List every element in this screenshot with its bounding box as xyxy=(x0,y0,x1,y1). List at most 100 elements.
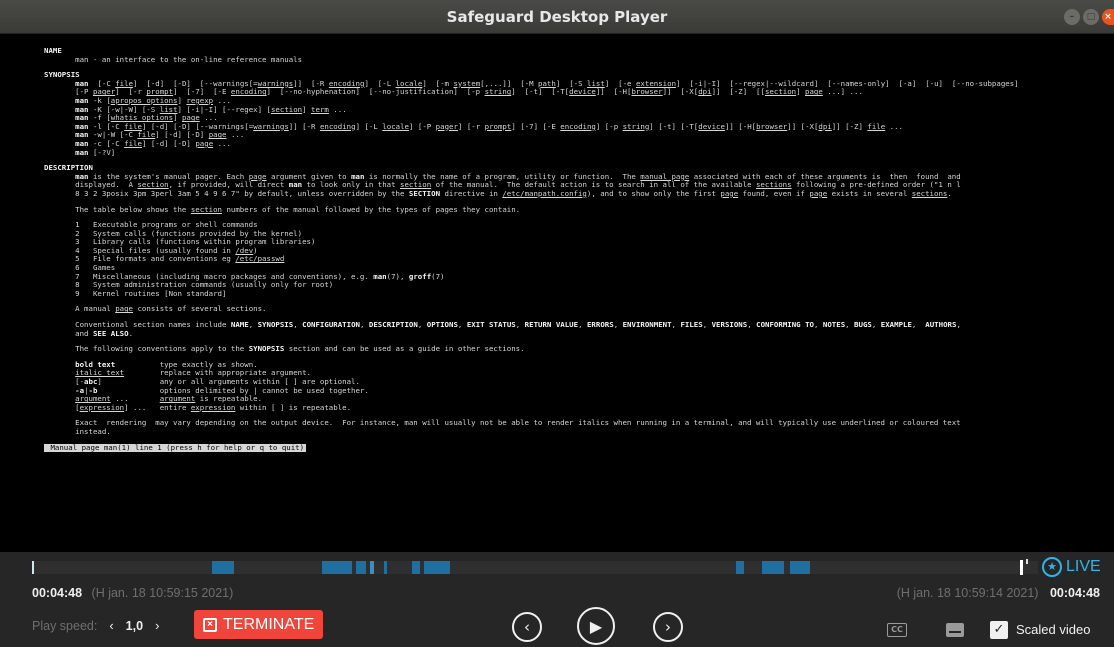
scaled-video-checkbox[interactable]: ✓ xyxy=(990,621,1008,639)
window-titlebar: Safeguard Desktop Player – □ × xyxy=(0,0,1114,34)
terminal-text: ] ... entire xyxy=(124,402,191,412)
terminate-icon: × xyxy=(203,617,217,632)
terminal-line: 8 3 2 3posix 3pm 3perl 3am 5 4 9 6 7" by… xyxy=(44,188,1114,199)
terminal-line: The table below shows the section number… xyxy=(44,205,1114,215)
terminal-text: ]] [-H[ xyxy=(595,87,632,97)
terminal-line: Exact rendering may vary depending on th… xyxy=(44,419,1114,428)
terminal-text: SYNOPSIS xyxy=(248,344,285,354)
terminal-text: ]] [-H[ xyxy=(724,121,757,131)
live-button[interactable]: ★ LIVE xyxy=(1042,557,1101,577)
terminal-text: , xyxy=(359,320,369,330)
terminal-text: ] [-P xyxy=(408,121,436,131)
minimize-icon[interactable]: – xyxy=(1064,9,1080,25)
timeline-segment xyxy=(424,561,450,574)
terminal-text: (7) xyxy=(431,271,445,281)
terminal-text: ] [--no-hyphenation] [--no-justification… xyxy=(266,87,485,97)
terminal-text: man xyxy=(75,147,89,157)
terminal-line: man -c [-C file] [-d] [-D] page ... xyxy=(44,138,1114,149)
timeline-playhead[interactable] xyxy=(1020,560,1023,575)
terminal-line: instead. xyxy=(44,426,1114,437)
terminal-text: sections xyxy=(911,188,948,198)
terminal-text: within [ ] is repeatable. xyxy=(235,402,352,412)
terminal-text: encoding xyxy=(230,87,267,97)
terminal-text: file xyxy=(124,138,142,148)
terminal-text: page xyxy=(195,138,214,148)
terminal-text: instead. xyxy=(44,426,111,436)
terminal-line: and SEE ALSO. xyxy=(44,328,1114,339)
terminal-text: FILES xyxy=(680,320,703,330)
terminal-text: and xyxy=(44,328,93,338)
terminal-text: locale xyxy=(382,121,409,131)
terminal-text: browser xyxy=(631,87,663,97)
timeline-segment xyxy=(736,561,744,574)
terminal-text: , xyxy=(871,320,881,330)
previous-icon[interactable]: ‹ xyxy=(512,612,542,642)
terminal-text: man xyxy=(373,271,387,281)
terminal-text: SEE ALSO xyxy=(92,328,129,338)
terminal-text: SYNOPSIS xyxy=(257,320,294,330)
terminal-text: found, even if xyxy=(738,188,810,198)
terminal-text: CONFIGURATION xyxy=(302,320,360,330)
terminal-text: device xyxy=(569,87,596,97)
terminal-text: encoding xyxy=(560,121,596,131)
speed-decrease-icon[interactable]: ‹ xyxy=(109,618,113,633)
current-time: 00:04:48 xyxy=(32,586,83,600)
elapsed-time-left: 00:04:48 (H jan. 18 10:59:15 2021) xyxy=(32,586,233,600)
terminal-text: ERRORS xyxy=(586,320,614,330)
terminal-text: , xyxy=(457,320,467,330)
terminal-text: pager xyxy=(435,121,458,131)
terminal-text: string xyxy=(622,121,650,131)
play-icon[interactable]: ▶ xyxy=(577,607,615,645)
terminal-text: page xyxy=(809,188,828,198)
terminal-text: device xyxy=(698,121,725,131)
next-icon[interactable]: › xyxy=(653,612,683,642)
terminal-text: man - an interface to the on-line refere… xyxy=(44,54,303,64)
terminal-text: 8 3 2 3posix 3pm 3perl 3am 5 4 9 6 7" by… xyxy=(44,188,409,198)
terminal-text: NOTES xyxy=(822,320,846,330)
terminal-text: dpi xyxy=(698,87,712,97)
terminal-text: expression xyxy=(190,402,236,412)
terminal-line: The following conventions apply to the S… xyxy=(44,344,1114,354)
terminal-text: ] [-t] [-T[ xyxy=(511,87,570,97)
terminal-text: prompt xyxy=(484,121,512,131)
timeline-start-marker xyxy=(32,561,34,574)
terminal-line: 9 Kernel routines [Non standard] xyxy=(44,289,1114,299)
timeline-segment xyxy=(370,561,374,574)
terminal-text: ]] [-R xyxy=(288,121,320,131)
maximize-icon[interactable]: □ xyxy=(1083,9,1099,25)
total-time: 00:04:48 xyxy=(1049,586,1100,600)
terminate-label: TERMINATE xyxy=(223,615,315,633)
terminal-text: . xyxy=(947,188,952,198)
terminal-text: /etc/manpath.config xyxy=(502,188,587,198)
terminal-line: 5 File formats and conventions eg /etc/p… xyxy=(44,255,1114,264)
terminal-text: term xyxy=(311,104,329,114)
terminate-button[interactable]: × TERMINATE xyxy=(194,610,324,639)
terminal-text: page xyxy=(805,87,823,97)
terminal-text: ...] ... xyxy=(822,87,863,97)
terminal-text: section and can be used as a guide in ot… xyxy=(284,344,525,354)
terminal-text: , xyxy=(911,320,926,330)
terminal-text: BUGS xyxy=(854,320,872,330)
close-icon[interactable]: × xyxy=(1102,9,1114,25)
terminal-text: string xyxy=(484,87,512,97)
pager-status-line: Manual page man(1) line 1 (press h for h… xyxy=(44,442,307,453)
terminal-text: SECTION xyxy=(408,188,441,198)
terminal-text: warnings xyxy=(253,121,289,131)
terminal-text: exists in several xyxy=(827,188,912,198)
timeline-segment xyxy=(384,561,387,574)
timeline-bar[interactable] xyxy=(32,561,1038,574)
terminal-line: Conventional section names include NAME,… xyxy=(44,320,1114,330)
scaled-video-label: Scaled video xyxy=(1016,622,1091,637)
closed-captions-icon[interactable]: CC xyxy=(887,623,907,637)
terminal-text: ]] [-Z] [[ xyxy=(711,87,765,97)
terminal-text: dpi xyxy=(818,121,832,131)
terminal-text: ] [-p xyxy=(595,121,623,131)
speed-increase-icon[interactable]: › xyxy=(155,618,159,633)
terminal-text: ... xyxy=(885,121,904,131)
subtitles-icon[interactable] xyxy=(946,623,964,637)
timeline-playhead-tick xyxy=(1026,559,1028,564)
terminal-text: encoding xyxy=(319,121,356,131)
